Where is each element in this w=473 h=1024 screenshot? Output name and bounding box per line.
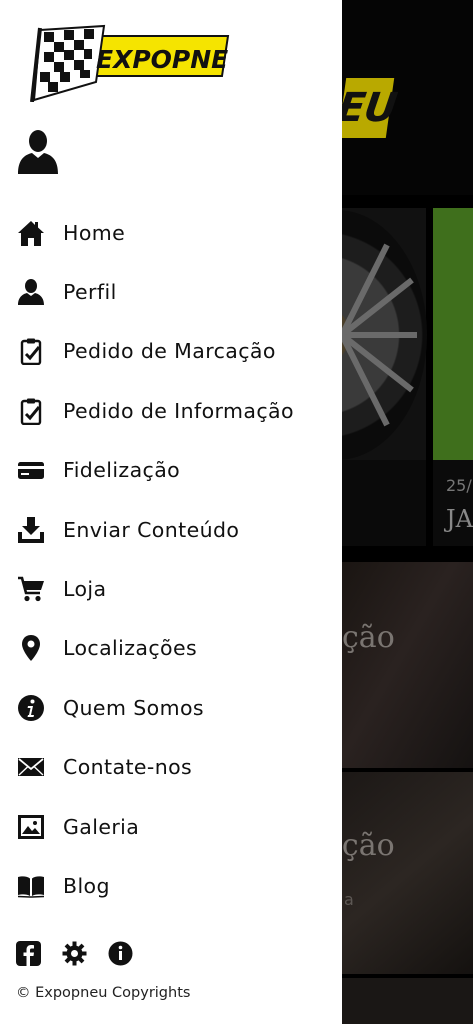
info-icon[interactable] <box>108 941 133 966</box>
clipboard-check-icon <box>16 336 46 366</box>
image-icon <box>16 812 46 842</box>
facebook-icon[interactable] <box>16 941 41 966</box>
menu-item-localizacoes[interactable]: Localizações <box>0 619 342 678</box>
credit-card-icon <box>16 455 46 485</box>
menu-item-label: Contate-nos <box>63 755 193 780</box>
menu-item-loja[interactable]: Loja <box>0 559 342 618</box>
menu-item-label: Perfil <box>63 280 117 305</box>
background-section-2-text: ação <box>342 828 395 863</box>
expopneu-logo[interactable]: EXPOPNEU <box>30 24 230 102</box>
background-card-footer <box>342 460 426 546</box>
open-book-icon <box>16 871 46 901</box>
menu-item-pedido-informacao[interactable]: Pedido de Informação <box>0 381 342 440</box>
menu-item-enviar-conteudo[interactable]: Enviar Conteúdo <box>0 500 342 559</box>
menu-item-fidelizacao[interactable]: Fidelização <box>0 441 342 500</box>
clipboard-check-icon <box>16 396 46 426</box>
menu-item-home[interactable]: Home <box>0 203 342 262</box>
menu-item-galeria[interactable]: Galeria <box>0 797 342 856</box>
wheel-spokes <box>342 243 417 427</box>
gear-icon[interactable] <box>62 941 87 966</box>
background-section-1[interactable] <box>342 562 473 768</box>
menu-item-label: Pedido de Informação <box>63 398 294 423</box>
info-icon <box>16 693 46 723</box>
menu-item-label: Pedido de Marcação <box>63 339 276 364</box>
menu-item-label: Quem Somos <box>63 695 204 720</box>
menu-item-quem-somos[interactable]: Quem Somos <box>0 678 342 737</box>
home-icon <box>16 218 46 248</box>
menu-item-label: Home <box>63 220 126 245</box>
background-card-date: 25/ <box>446 476 472 495</box>
menu-item-label: Fidelização <box>63 458 181 483</box>
background-card-title: JA <box>446 505 473 533</box>
logo-text: EXPOPNEU <box>96 45 230 74</box>
shopping-cart-icon <box>16 574 46 604</box>
drawer-footer-icons <box>16 941 133 966</box>
background-logo: EU <box>342 78 399 138</box>
envelope-icon <box>16 752 46 782</box>
background-section-2[interactable] <box>342 772 473 974</box>
user-avatar-icon[interactable] <box>18 128 58 174</box>
background-section-3[interactable] <box>342 978 473 1024</box>
menu-item-pedido-marcacao[interactable]: Pedido de Marcação <box>0 322 342 381</box>
menu-item-perfil[interactable]: Perfil <box>0 262 342 321</box>
location-pin-icon <box>16 633 46 663</box>
menu-item-label: Enviar Conteúdo <box>63 517 240 542</box>
person-icon <box>16 277 46 307</box>
drawer-menu: Home Perfil Pedido de Marcação Pedido de… <box>0 203 342 916</box>
background-card-car[interactable] <box>433 208 473 460</box>
background-app: EU 25/ JA ção ação a <box>342 0 473 1024</box>
menu-item-contate-nos[interactable]: Contate-nos <box>0 738 342 797</box>
menu-item-label: Galeria <box>63 814 140 839</box>
menu-item-label: Blog <box>63 873 110 898</box>
menu-item-blog[interactable]: Blog <box>0 856 342 915</box>
navigation-drawer: EXPOPNEU Home Perfil Pedido de Marcação <box>0 0 342 1024</box>
download-tray-icon <box>16 515 46 545</box>
menu-item-label: Localizações <box>63 636 198 661</box>
background-section-2-subtext: a <box>344 890 354 909</box>
background-logo-text: EU <box>342 85 400 131</box>
background-section-1-text: ção <box>342 620 395 655</box>
copyright-text: © Expopneu Copyrights <box>16 985 191 1001</box>
menu-item-label: Loja <box>63 577 107 602</box>
background-card-footer <box>433 460 473 546</box>
